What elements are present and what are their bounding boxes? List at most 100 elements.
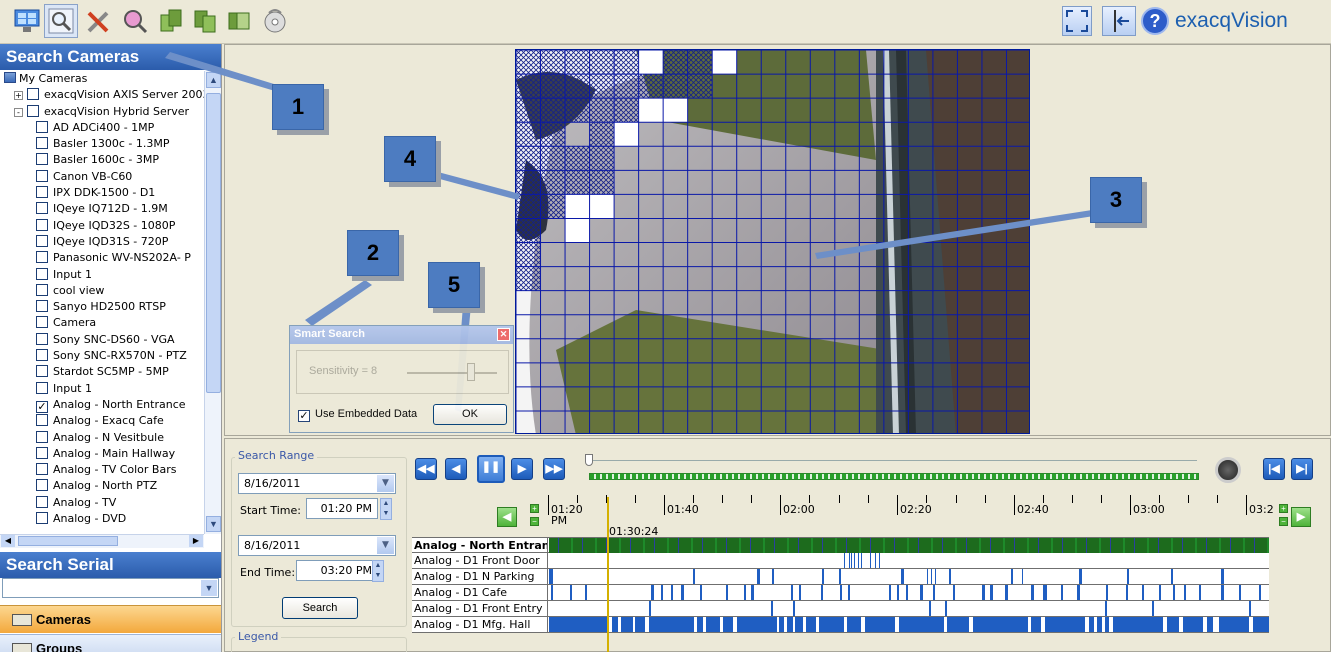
search-button[interactable]: Search xyxy=(282,597,358,619)
export-icon[interactable] xyxy=(154,4,188,38)
search-icon[interactable] xyxy=(44,4,78,38)
tree-camera-item[interactable]: IQeye IQ712D - 1.9M xyxy=(0,201,204,217)
smart-search-video[interactable] xyxy=(516,50,1030,434)
masked-cell[interactable] xyxy=(540,146,566,171)
import-icon[interactable] xyxy=(188,4,222,38)
tree-camera-item[interactable]: Panasonic WV-NS202A- P xyxy=(0,250,204,266)
tree-camera-item[interactable]: Stardot SC5MP - 5MP xyxy=(0,364,204,380)
scroll-left-icon[interactable]: ◀ xyxy=(1,535,15,547)
timeline-row[interactable]: Analog - D1 Cafe xyxy=(412,585,1269,601)
masked-cell[interactable] xyxy=(516,74,541,99)
scroll-up-icon[interactable]: ▲ xyxy=(206,72,221,88)
burn-disc-icon[interactable] xyxy=(258,4,292,38)
checkbox-icon[interactable] xyxy=(36,300,48,313)
checkbox-icon[interactable] xyxy=(36,349,48,362)
masked-cell[interactable] xyxy=(516,50,541,75)
tree-root[interactable]: My Cameras xyxy=(0,71,204,87)
checkbox-icon[interactable] xyxy=(36,186,48,199)
checkbox-icon[interactable] xyxy=(36,381,48,394)
tree-camera-item[interactable]: Analog - TV xyxy=(0,495,204,511)
tree-camera-item[interactable]: AD ADCi400 - 1MP xyxy=(0,120,204,136)
masked-cell[interactable] xyxy=(614,50,639,75)
masked-cell[interactable] xyxy=(663,50,688,75)
checkbox-icon[interactable] xyxy=(36,218,48,231)
scroll-thumb[interactable] xyxy=(206,93,221,393)
chevron-down-icon[interactable]: ▼ xyxy=(377,475,394,492)
checkbox-icon[interactable] xyxy=(36,234,48,247)
tree-camera-item[interactable]: Analog - Main Hallway xyxy=(0,446,204,462)
backup-icon[interactable] xyxy=(222,4,256,38)
masked-cell[interactable] xyxy=(589,74,615,99)
masked-cell[interactable] xyxy=(516,194,541,219)
row-track[interactable] xyxy=(549,585,1269,600)
tree-hscrollbar[interactable]: ◀ ▶ xyxy=(0,534,204,548)
scroll-right-icon[interactable]: ▶ xyxy=(189,535,203,547)
tree-scrollbar[interactable]: ▲ ▼ xyxy=(204,71,221,534)
checkbox-icon[interactable] xyxy=(36,332,48,345)
masked-cell[interactable] xyxy=(565,170,590,195)
live-view-icon[interactable] xyxy=(10,4,44,38)
masked-cell[interactable] xyxy=(687,74,713,99)
checkbox-icon[interactable] xyxy=(36,414,48,427)
skip-end-icon[interactable]: ▶| xyxy=(1291,458,1313,480)
fast-forward-icon[interactable]: ▶▶ xyxy=(543,458,565,480)
tree-camera-item[interactable]: ✓ Analog - North Entrance xyxy=(0,397,204,413)
tree-camera-item[interactable]: Input 1 xyxy=(0,267,204,283)
unmasked-cell[interactable] xyxy=(565,194,590,219)
masked-cell[interactable] xyxy=(540,50,566,75)
end-date-select[interactable]: 8/16/2011 ▼ xyxy=(238,535,396,556)
masked-cell[interactable] xyxy=(516,242,541,267)
tree-camera-item[interactable]: cool view xyxy=(0,283,204,299)
expand-icon[interactable]: + xyxy=(14,91,23,101)
unmasked-cell[interactable] xyxy=(712,50,737,75)
checkbox-icon[interactable] xyxy=(36,120,48,133)
masked-cell[interactable] xyxy=(687,50,713,75)
checkbox-icon[interactable] xyxy=(27,104,39,117)
masked-cell[interactable] xyxy=(540,74,566,99)
checkbox-icon[interactable] xyxy=(36,430,48,443)
row-track[interactable] xyxy=(549,569,1269,584)
unmasked-cell[interactable] xyxy=(565,218,590,243)
zoom-in-right-icon[interactable]: + xyxy=(1279,504,1288,513)
ok-button[interactable]: OK xyxy=(433,404,507,425)
tree-server[interactable]: + exacqVision AXIS Server 2003 xyxy=(0,87,204,103)
rewind-icon[interactable]: ◀ xyxy=(445,458,467,480)
collapse-panel-icon[interactable] xyxy=(1102,6,1136,36)
tree-camera-item[interactable]: Analog - Exacq Cafe xyxy=(0,413,204,429)
masked-cell[interactable] xyxy=(589,98,615,123)
tree-camera-item[interactable]: Analog - DVD xyxy=(0,511,204,527)
zoom-in-icon[interactable]: + xyxy=(530,504,539,513)
use-embedded-checkbox[interactable]: ✓ Use Embedded Data xyxy=(298,408,417,422)
masked-cell[interactable] xyxy=(589,50,615,75)
tree-camera-item[interactable]: Analog - TV Color Bars xyxy=(0,462,204,478)
masked-cell[interactable] xyxy=(565,98,590,123)
serial-select[interactable]: ▼ xyxy=(2,578,219,598)
tree-camera-item[interactable]: Camera xyxy=(0,315,204,331)
checkbox-icon[interactable] xyxy=(36,169,48,182)
checkbox-icon[interactable] xyxy=(36,267,48,280)
tree-camera-item[interactable]: IPX DDK-1500 - D1 xyxy=(0,185,204,201)
play-icon[interactable]: ▶ xyxy=(511,458,533,480)
masked-cell[interactable] xyxy=(516,170,541,195)
tree-camera-item[interactable]: Input 1 xyxy=(0,381,204,397)
timeline-row[interactable]: Analog - North Entranc xyxy=(412,537,1269,554)
pause-icon[interactable]: ❚❚ xyxy=(477,455,505,483)
chevron-down-icon[interactable]: ▼ xyxy=(377,537,394,554)
checkbox-icon[interactable] xyxy=(36,202,48,215)
masked-cell[interactable] xyxy=(663,74,688,99)
sensitivity-slider-thumb[interactable] xyxy=(467,363,475,381)
checkbox-icon[interactable] xyxy=(36,495,48,508)
row-track[interactable] xyxy=(549,538,1269,553)
hscroll-thumb[interactable] xyxy=(18,536,118,546)
timeline-next-icon[interactable]: ▶ xyxy=(1291,507,1311,527)
row-track[interactable] xyxy=(549,553,1269,568)
row-track[interactable] xyxy=(549,601,1269,616)
checkbox-icon[interactable] xyxy=(27,88,39,101)
progress-thumb[interactable] xyxy=(585,454,593,466)
checkbox-icon[interactable] xyxy=(36,283,48,296)
masked-cell[interactable] xyxy=(516,122,541,147)
fullscreen-icon[interactable] xyxy=(1062,6,1092,36)
zoom-out-right-icon[interactable]: − xyxy=(1279,517,1288,526)
checkbox-icon[interactable] xyxy=(36,137,48,150)
masked-cell[interactable] xyxy=(540,98,566,123)
